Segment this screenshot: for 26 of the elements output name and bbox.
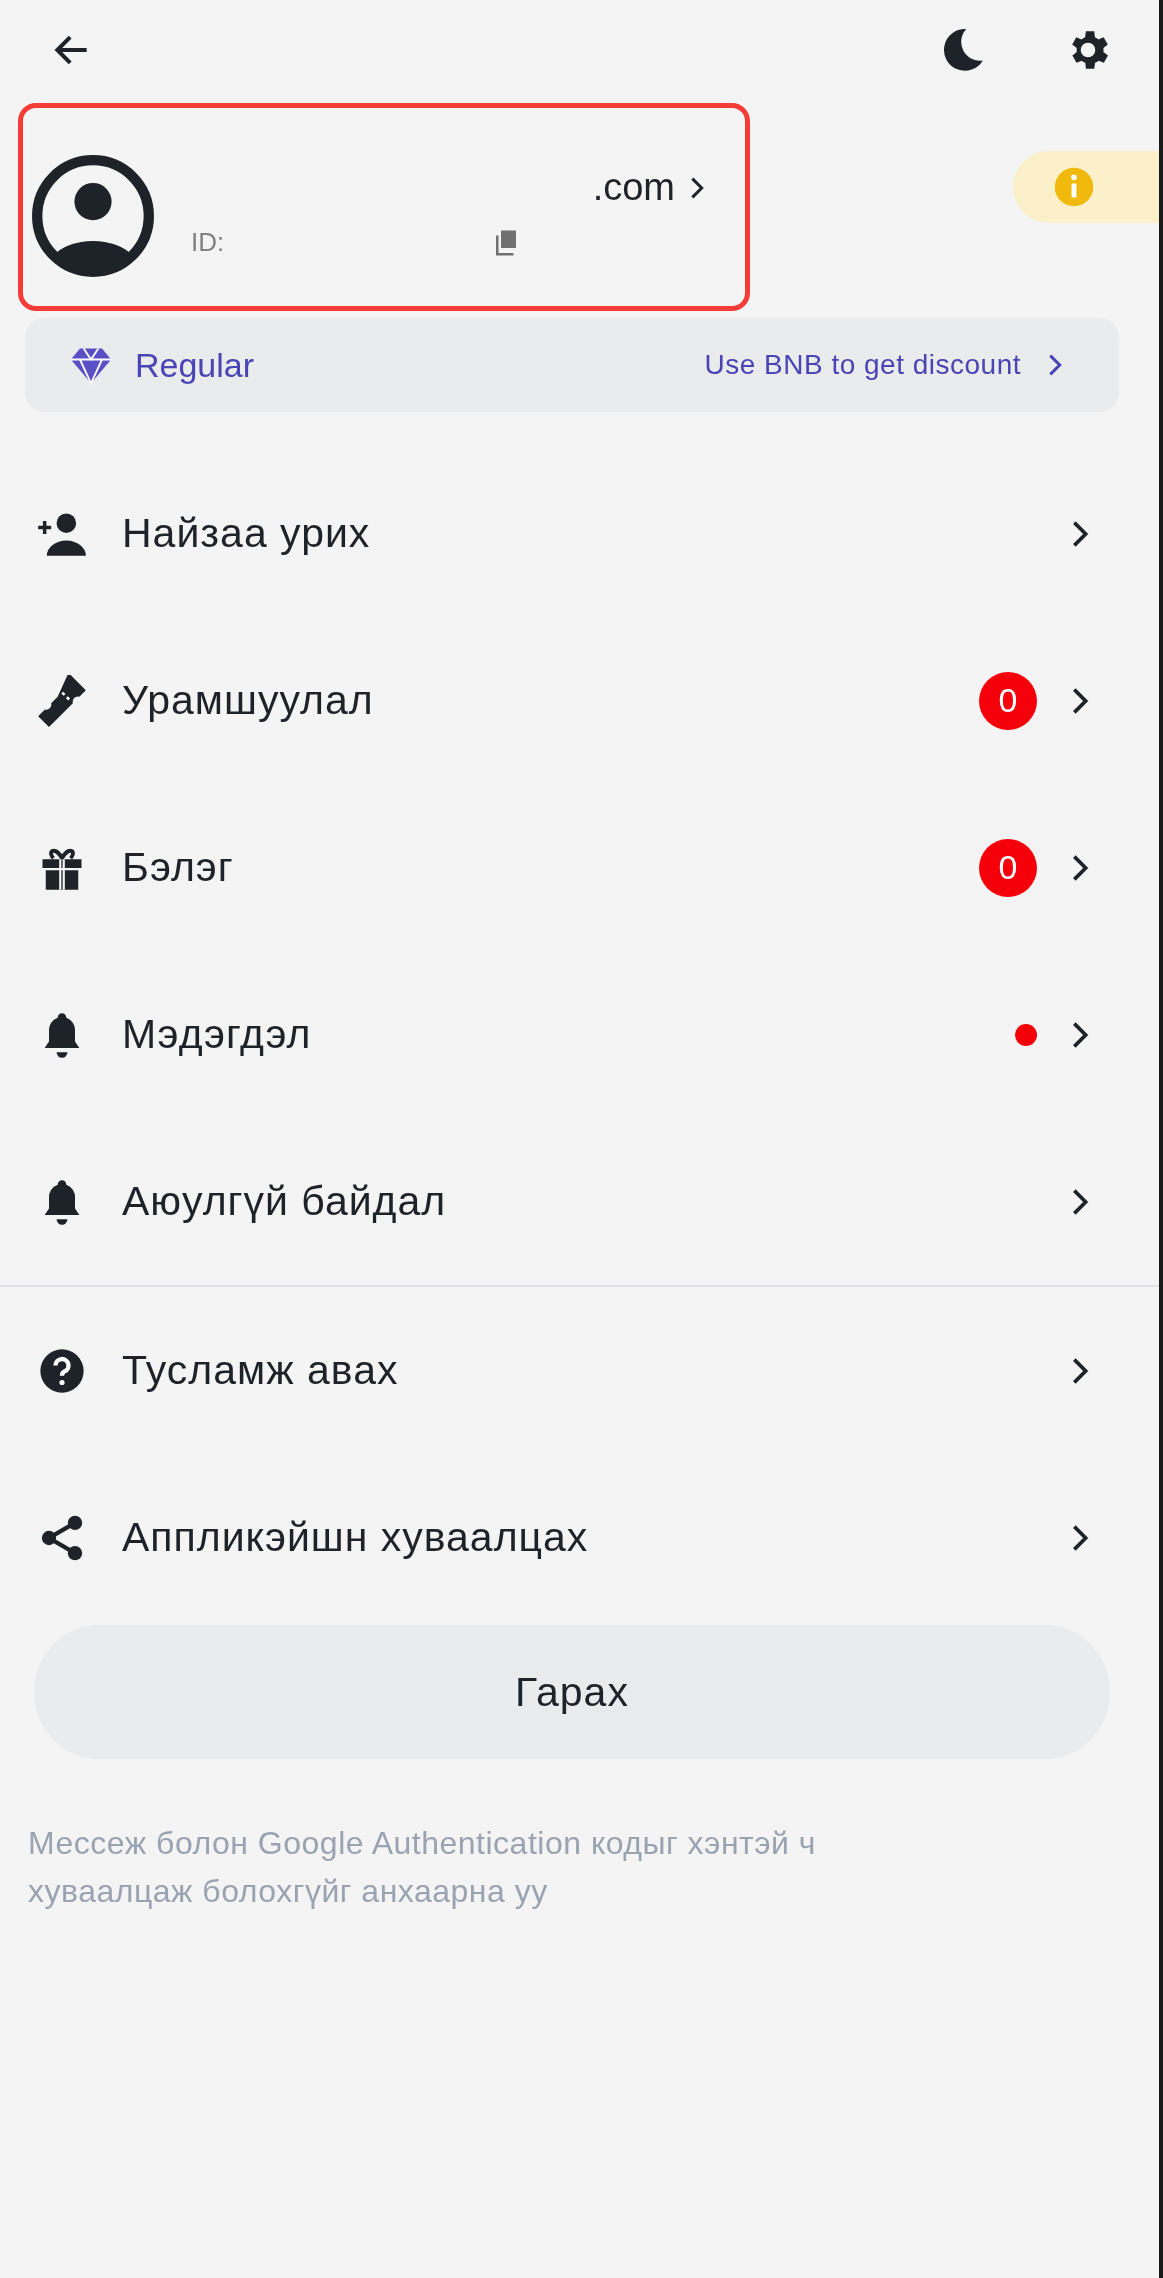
menu-item[interactable]: Аппликэйшн хуваалцах bbox=[0, 1454, 1159, 1621]
id-label: ID: bbox=[191, 227, 226, 258]
avatar-icon bbox=[31, 154, 155, 278]
menu-item[interactable]: Аюулгүй байдал bbox=[0, 1118, 1159, 1285]
menu-label: Аппликэйшн хуваалцах bbox=[122, 1514, 589, 1561]
menu-label: Мэдэгдэл bbox=[122, 1011, 312, 1058]
count-badge: 0 bbox=[979, 671, 1037, 730]
menu-item[interactable]: Урамшуулал 0 bbox=[0, 617, 1159, 784]
discount-link[interactable]: Use BNB to get discount bbox=[704, 349, 1021, 381]
tier-bar[interactable]: Regular Use BNB to get discount bbox=[25, 318, 1119, 412]
count-badge: 0 bbox=[979, 838, 1037, 897]
menu-label: Найзаа урих bbox=[122, 510, 371, 557]
menu-label: Тусламж авах bbox=[122, 1347, 399, 1394]
logout-button[interactable]: Гарах bbox=[34, 1625, 1110, 1759]
menu-label: Бэлэг bbox=[122, 844, 234, 891]
tier-label: Regular bbox=[135, 345, 255, 385]
menu-item[interactable]: Бэлэг 0 bbox=[0, 784, 1159, 951]
menu-label: Урамшуулал bbox=[122, 677, 374, 724]
menu-item[interactable]: Мэдэгдэл bbox=[0, 951, 1159, 1118]
info-icon bbox=[1053, 166, 1095, 208]
email-text: .com bbox=[592, 166, 675, 209]
menu-item[interactable]: Тусламж авах bbox=[0, 1287, 1159, 1454]
menu-item[interactable]: Найзаа урих bbox=[0, 450, 1159, 617]
profile-card[interactable]: .com ID: bbox=[18, 103, 750, 311]
security-notice: Мессеж болон Google Authentication кодыг хэнтэй ч хуваалцаж болохгүйг анхаарна уу bbox=[28, 1824, 817, 1911]
menu-label: Аюулгүй байдал bbox=[122, 1178, 447, 1225]
